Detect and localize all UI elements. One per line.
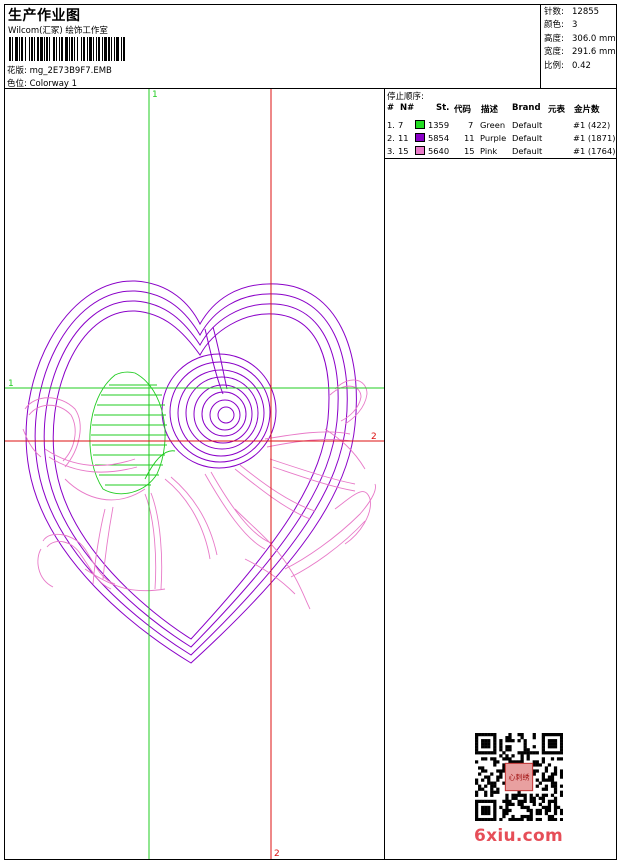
col-stitches: St. — [436, 103, 450, 113]
color-swatch-pink — [415, 146, 425, 155]
col-description: 描述 — [481, 105, 499, 115]
stop-sequence-title: 停止顺序: — [387, 92, 424, 102]
column-headers: # N# St. 代码 描述 Brand 元表 金片数 — [387, 103, 615, 115]
red-guide-label-right: 2 — [371, 432, 377, 442]
pink-leaves — [22, 379, 376, 610]
purple-spiral — [161, 326, 277, 469]
table-row: 1. 7 1359 7 Green Default #1 (422) — [387, 120, 611, 130]
stats-box: 针数: 12855 颜色: 3 高度: 306.0 mm 宽度: 291.6 mm 比例… — [540, 5, 616, 89]
col-code: 代码 — [454, 105, 472, 115]
watermark-logo: 6xiu.com — [474, 826, 564, 846]
design-label: 花版: — [7, 66, 27, 76]
qr-code: 心刺绣 — [475, 733, 563, 821]
red-guide-label-bottom: 2 — [274, 849, 280, 859]
embroidery-preview — [5, 89, 384, 859]
colorway-label: 色位: — [7, 79, 27, 89]
production-sheet: 生产作业图 Wilcom(汇冢) 绘饰工作室 花版: mg_2E73B9F7.E… — [4, 4, 617, 860]
table-row: 2. 11 5854 11 Purple Default #1 (1871) — [387, 133, 616, 143]
color-swatch-purple — [415, 133, 425, 142]
stat-width: 宽度: 291.6 mm — [544, 47, 616, 58]
design-row: 花版: mg_2E73B9F7.EMB — [7, 64, 112, 76]
colorway-value: Colorway 1 — [29, 79, 78, 89]
col-needle: N# — [400, 103, 415, 113]
sheet-header: 生产作业图 Wilcom(汇冢) 绘饰工作室 花版: mg_2E73B9F7.E… — [5, 5, 616, 89]
green-leaf — [89, 371, 176, 495]
barcode — [9, 37, 125, 61]
svg-text:心刺绣: 心刺绣 — [509, 772, 530, 781]
stop-sequence-table: 停止顺序: # N# St. 代码 描述 Brand 元表 金片数 1. 7 1… — [385, 89, 616, 159]
col-chart: 元表 — [548, 105, 566, 115]
purple-heart-outline — [25, 280, 357, 664]
stat-colors: 颜色: 3 — [544, 20, 578, 31]
stat-scale: 比例: 0.42 — [544, 60, 591, 71]
green-guide-label-top: 1 — [152, 90, 158, 100]
col-brand: Brand — [512, 103, 541, 113]
col-sequins: 金片数 — [574, 105, 600, 115]
guide-lines — [5, 89, 384, 859]
stat-stitches: 针数: 12855 — [544, 7, 600, 17]
color-swatch-green — [415, 120, 425, 129]
design-filename: mg_2E73B9F7.EMB — [29, 66, 112, 76]
company-name: Wilcom(汇冢) 绘饰工作室 — [8, 26, 108, 36]
stat-height: 高度: 306.0 mm — [544, 33, 616, 44]
table-row: 3. 15 5640 15 Pink Default #1 (1764) — [387, 146, 616, 156]
colorway-row: 色位: Colorway 1 — [7, 77, 77, 89]
page-title: 生产作业图 — [8, 8, 81, 24]
design-canvas: 1 1 2 2 — [5, 89, 384, 859]
green-guide-label-left: 1 — [8, 379, 14, 389]
col-order: # — [387, 103, 395, 113]
